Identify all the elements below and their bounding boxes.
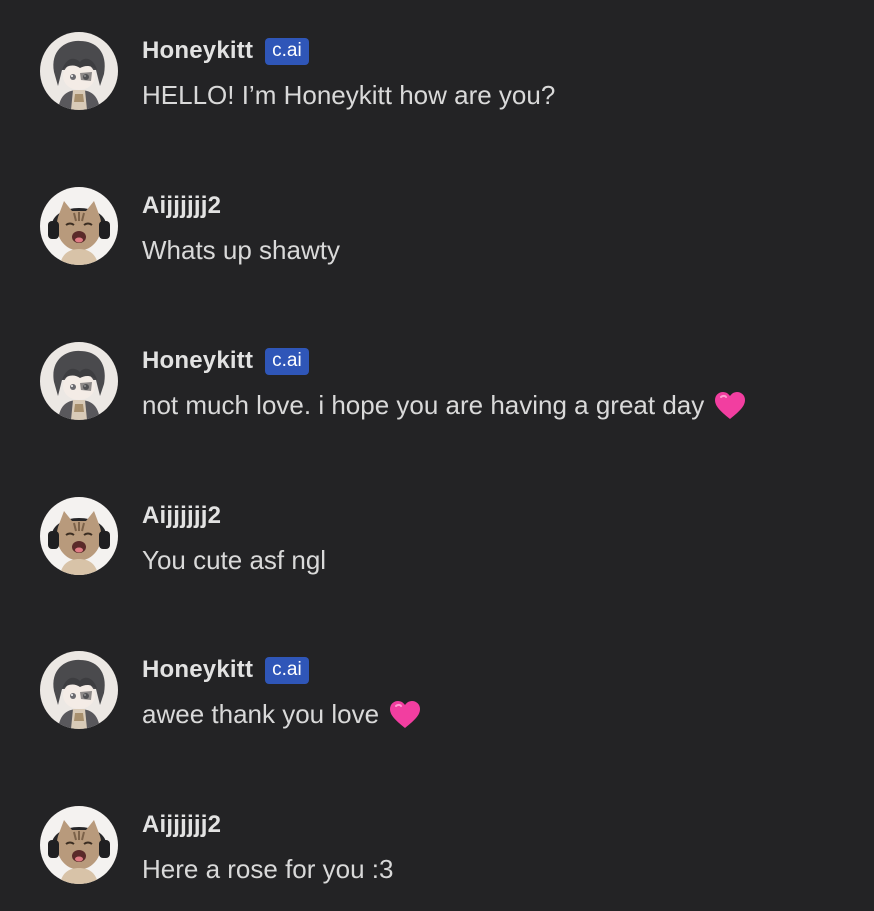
honeykitt-avatar[interactable]	[40, 32, 118, 110]
message-text-content: not much love. i hope you are having a g…	[142, 390, 705, 420]
cat-headphones-avatar-image	[40, 497, 118, 575]
honeykitt-avatar-image	[40, 342, 118, 420]
author-name[interactable]: Honeykitt	[142, 37, 253, 65]
message-text-content: You cute asf ngl	[142, 545, 327, 575]
chat-message: Aijjjjjj2 Here a rose for you :3	[40, 806, 860, 896]
cat-headphones-avatar[interactable]	[40, 187, 118, 265]
pink-heart-icon	[714, 391, 746, 421]
message-text: awee thank you love	[142, 699, 421, 730]
message-header: Honeykitt c.ai	[142, 36, 309, 66]
author-name[interactable]: Honeykitt	[142, 656, 253, 684]
honeykitt-avatar-image	[40, 651, 118, 729]
chat-message: Honeykitt c.ai not much love. i hope you…	[40, 342, 860, 432]
honeykitt-avatar[interactable]	[40, 651, 118, 729]
message-text: not much love. i hope you are having a g…	[142, 390, 746, 421]
cat-headphones-avatar[interactable]	[40, 806, 118, 884]
cai-badge: c.ai	[265, 37, 309, 65]
pink-heart-icon	[389, 700, 421, 730]
message-header: Aijjjjjj2	[142, 501, 221, 531]
author-name[interactable]: Honeykitt	[142, 347, 253, 375]
message-header: Honeykitt c.ai	[142, 346, 309, 376]
author-name[interactable]: Aijjjjjj2	[142, 502, 221, 530]
chat-message: Aijjjjjj2 You cute asf ngl	[40, 497, 860, 587]
chat-message: Aijjjjjj2 Whats up shawty	[40, 187, 860, 277]
cat-headphones-avatar-image	[40, 187, 118, 265]
chat-thread: Honeykitt c.ai HELLO! I’m Honeykitt how …	[0, 0, 874, 911]
chat-message: Honeykitt c.ai awee thank you love	[40, 651, 860, 741]
message-text: Here a rose for you :3	[142, 854, 393, 885]
message-header: Aijjjjjj2	[142, 191, 221, 221]
message-text-content: Here a rose for you :3	[142, 854, 394, 884]
cai-badge: c.ai	[265, 656, 309, 684]
message-text: HELLO! I’m Honeykitt how are you?	[142, 80, 555, 111]
message-text-content: awee thank you love	[142, 699, 380, 729]
message-text: Whats up shawty	[142, 235, 340, 266]
chat-message: Honeykitt c.ai HELLO! I’m Honeykitt how …	[40, 32, 860, 122]
cat-headphones-avatar-image	[40, 806, 118, 884]
message-text-content: Whats up shawty	[142, 235, 340, 265]
honeykitt-avatar[interactable]	[40, 342, 118, 420]
message-header: Aijjjjjj2	[142, 810, 221, 840]
message-text: You cute asf ngl	[142, 545, 326, 576]
honeykitt-avatar-image	[40, 32, 118, 110]
author-name[interactable]: Aijjjjjj2	[142, 811, 221, 839]
cai-badge: c.ai	[265, 347, 309, 375]
message-header: Honeykitt c.ai	[142, 655, 309, 685]
author-name[interactable]: Aijjjjjj2	[142, 192, 221, 220]
cat-headphones-avatar[interactable]	[40, 497, 118, 575]
message-text-content: HELLO! I’m Honeykitt how are you?	[142, 80, 556, 110]
